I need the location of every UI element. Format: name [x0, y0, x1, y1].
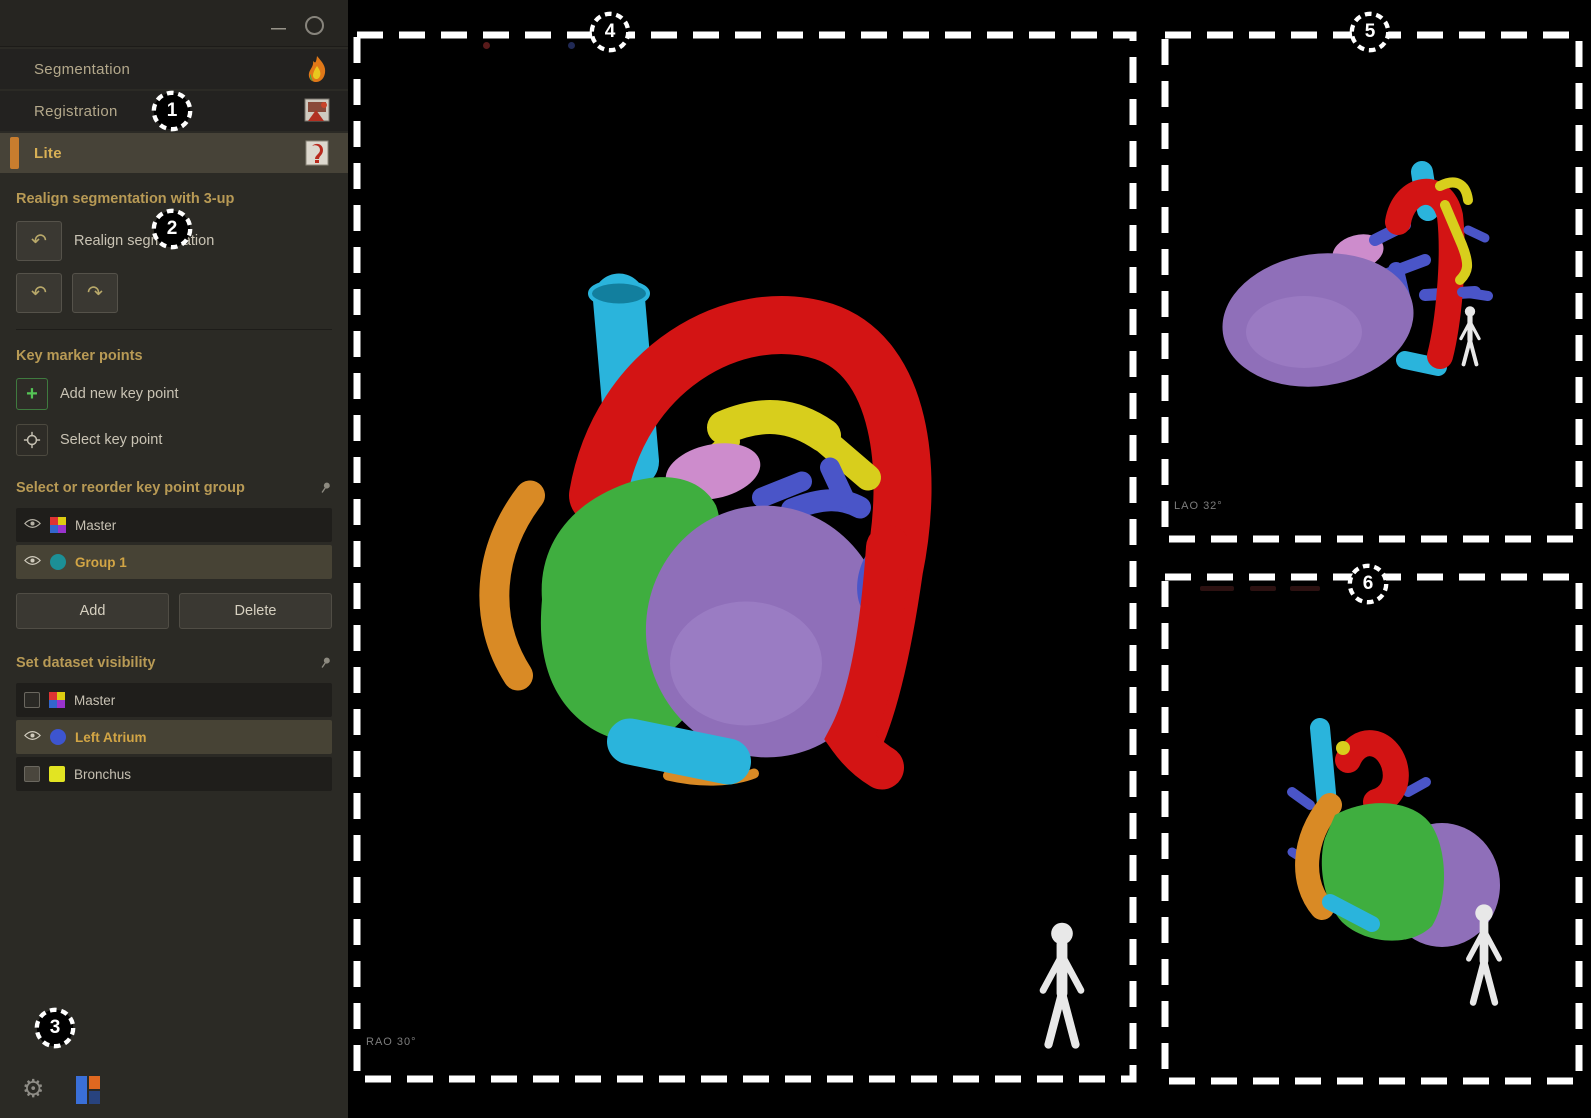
visibility-row-label: Left Atrium [75, 730, 147, 745]
rv-green [1322, 803, 1444, 940]
top-right-3d-view[interactable]: LAO 32° [1160, 30, 1584, 544]
eye-icon[interactable] [24, 516, 41, 534]
settings-gear-icon[interactable]: ⚙ [22, 1077, 44, 1102]
visibility-panel-title: Set dataset visibility [16, 655, 155, 671]
select-key-point-icon[interactable] [16, 424, 48, 456]
orientation-figure-icon [1460, 902, 1508, 1007]
realign-panel-title: Realign segmentation with 3-up [16, 191, 332, 207]
lv-highlight [1246, 296, 1362, 368]
callout-4: 4 [587, 9, 633, 55]
list-item[interactable]: Master [16, 683, 332, 717]
lv-highlight [670, 602, 822, 726]
pa-yellow [1336, 741, 1350, 755]
segmentation-flame-icon [302, 54, 332, 84]
key-points-panel-title: Key marker points [16, 348, 332, 364]
list-item-selected[interactable]: Left Atrium [16, 720, 332, 754]
callout-3: 3 [32, 1005, 78, 1051]
toolbar-dot-icon [568, 42, 575, 49]
heart-model-main [430, 225, 990, 850]
main-3d-view[interactable]: RAO 30° [352, 30, 1138, 1084]
application-window: — Segmentation Registration Lite Realign… [0, 0, 1591, 1118]
visibility-row-label: Master [74, 693, 115, 708]
group-panel-title-row: Select or reorder key point group [16, 480, 332, 496]
realign-icon[interactable]: ↶ [16, 221, 62, 261]
heart-model-top-right [1200, 120, 1540, 480]
minimize-icon[interactable]: — [271, 20, 286, 37]
multicolor-swatch [49, 692, 65, 708]
module-label: Lite [34, 145, 62, 162]
callout-2: 2 [149, 206, 195, 252]
toolbar-smudge [1290, 586, 1320, 591]
redo-icon[interactable]: ↷ [72, 273, 118, 313]
pin-icon[interactable] [319, 481, 332, 498]
list-item[interactable]: Bronchus [16, 757, 332, 791]
tool-panel: Realign segmentation with 3-up ↶ Realign… [0, 191, 348, 791]
toolbar-smudge [1250, 586, 1276, 591]
sidebar-item-lite[interactable]: Lite [0, 133, 348, 173]
add-key-point-row[interactable]: + Add new key point [16, 378, 332, 410]
app-logo [76, 1076, 100, 1102]
list-item[interactable]: Master [16, 508, 332, 542]
callout-1: 1 [149, 88, 195, 134]
add-key-point-icon[interactable]: + [16, 378, 48, 410]
svc-opening [590, 282, 648, 306]
visibility-checkbox[interactable] [24, 766, 40, 782]
toolbar-dot-icon [483, 42, 490, 49]
group-panel-title: Select or reorder key point group [16, 480, 245, 496]
visibility-panel-title-row: Set dataset visibility [16, 655, 332, 671]
sidebar: — Segmentation Registration Lite Realign… [0, 0, 348, 1118]
callout-number: 1 [149, 88, 195, 134]
orientation-figure-icon [1455, 305, 1485, 367]
ivc-cyan [630, 742, 728, 762]
eye-icon[interactable] [24, 728, 41, 746]
registration-icon [302, 96, 332, 126]
help-icon[interactable] [305, 16, 324, 35]
module-label: Segmentation [34, 61, 130, 78]
bottom-right-3d-view[interactable] [1160, 572, 1584, 1086]
realign-step-buttons: ↶ ↷ [16, 273, 332, 313]
sidebar-topbar: — [0, 0, 348, 47]
key-point-group-list: Master Group 1 [16, 508, 332, 579]
active-accent-bar [10, 137, 19, 169]
heart-model-bottom-right [1180, 600, 1580, 1040]
orientation-figure-icon [1032, 920, 1092, 1050]
visibility-checkbox[interactable] [24, 692, 40, 708]
left-atrium-color-swatch [50, 729, 66, 745]
module-label: Registration [34, 103, 118, 120]
callout-6: 6 [1345, 561, 1391, 607]
list-item-selected[interactable]: Group 1 [16, 545, 332, 579]
pin-icon[interactable] [319, 656, 332, 673]
sidebar-item-segmentation[interactable]: Segmentation [0, 49, 348, 89]
select-key-point-label: Select key point [60, 432, 162, 448]
multicolor-swatch [50, 517, 66, 533]
delete-button[interactable]: Delete [179, 593, 332, 629]
group-row-label: Master [75, 518, 116, 533]
callout-5: 5 [1347, 9, 1393, 55]
group-row-label: Group 1 [75, 555, 127, 570]
group-buttons: Add Delete [16, 593, 332, 629]
sidebar-bottom-icons: ⚙ [22, 1076, 100, 1102]
orientation-label: LAO 32° [1174, 500, 1223, 512]
undo-icon[interactable]: ↶ [16, 273, 62, 313]
visibility-list: Master Left Atrium Bronchus [16, 683, 332, 791]
select-key-point-row[interactable]: Select key point [16, 424, 332, 456]
callout-number: 6 [1345, 561, 1391, 607]
add-button[interactable]: Add [16, 593, 169, 629]
callout-number: 2 [149, 206, 195, 252]
group-color-swatch [50, 554, 66, 570]
lite-icon [302, 138, 332, 168]
callout-number: 4 [587, 9, 633, 55]
aorta-red [1348, 743, 1396, 802]
add-key-point-label: Add new key point [60, 386, 179, 402]
orientation-label: RAO 30° [366, 1036, 417, 1048]
toolbar-smudge [1200, 586, 1234, 591]
callout-number: 5 [1347, 9, 1393, 55]
eye-icon[interactable] [24, 553, 41, 571]
divider [16, 329, 332, 330]
bronchus-color-swatch [49, 766, 65, 782]
visibility-row-label: Bronchus [74, 767, 131, 782]
callout-number: 3 [32, 1005, 78, 1051]
